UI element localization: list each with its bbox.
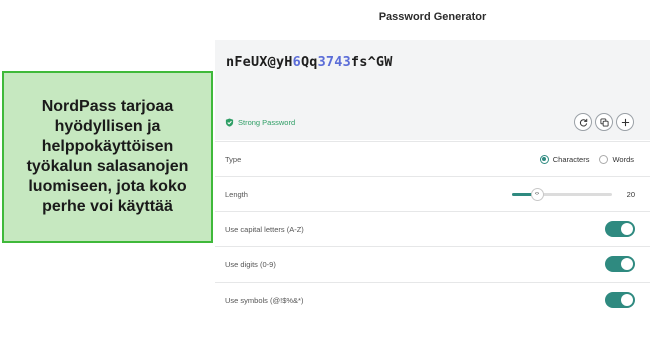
- callout-text: NordPass tarjoaa hyödyllisen ja helppokä…: [26, 98, 189, 215]
- password-segment: fs^GW: [350, 54, 393, 70]
- radio-characters[interactable]: Characters: [539, 154, 590, 164]
- copy-icon: [599, 117, 609, 127]
- radio-unselected-icon: [599, 154, 609, 164]
- strength-indicator: Strong Password: [225, 118, 295, 127]
- digits-toggle[interactable]: [605, 256, 635, 272]
- add-button[interactable]: [616, 113, 634, 131]
- capital-letters-toggle[interactable]: [605, 221, 635, 237]
- toggle-knob: [621, 294, 633, 306]
- copy-button[interactable]: [595, 113, 613, 131]
- password-generator-panel: Password Generator nFeUX@yH6Qq3743fs^GW …: [215, 0, 650, 341]
- password-segment-digit: 3743: [317, 54, 351, 70]
- digits-label: Use digits (0-9): [225, 259, 276, 269]
- password-segment: Qq: [300, 54, 318, 70]
- annotation-callout: NordPass tarjoaa hyödyllisen ja helppokä…: [2, 71, 213, 243]
- plus-icon: [621, 118, 629, 126]
- shield-check-icon: [225, 118, 234, 127]
- type-row: Type Characters Words: [215, 141, 650, 176]
- radio-words[interactable]: Words: [599, 154, 634, 164]
- strength-label: Strong Password: [238, 118, 296, 127]
- length-row: Length ‹› 20: [215, 176, 650, 211]
- refresh-icon: [579, 118, 587, 126]
- password-segment-digit: 6: [292, 54, 301, 70]
- password-segment: nFeUX@yH: [226, 54, 293, 70]
- password-display: nFeUX@yH6Qq3743fs^GW Strong Password: [215, 40, 650, 140]
- radio-words-label: Words: [612, 154, 634, 164]
- regenerate-button[interactable]: [574, 113, 592, 131]
- length-label: Length: [225, 189, 248, 199]
- capital-letters-row: Use capital letters (A-Z): [215, 211, 650, 246]
- toggle-knob: [621, 258, 633, 270]
- radio-selected-icon: [539, 154, 549, 164]
- type-radio-group: Characters Words: [539, 154, 634, 164]
- arrows-horizontal-icon: ‹›: [535, 191, 539, 197]
- panel-title: Password Generator: [378, 11, 487, 23]
- length-slider[interactable]: ‹›: [512, 187, 612, 201]
- symbols-label: Use symbols (@!$%&*): [225, 295, 304, 305]
- symbols-row: Use symbols (@!$%&*): [215, 282, 650, 317]
- radio-characters-label: Characters: [552, 154, 590, 164]
- toggle-knob: [621, 223, 633, 235]
- capital-letters-label: Use capital letters (A-Z): [225, 224, 304, 234]
- slider-handle[interactable]: ‹›: [530, 187, 544, 201]
- length-value: 20: [626, 189, 635, 199]
- generated-password[interactable]: nFeUX@yH6Qq3743fs^GW: [226, 54, 393, 70]
- symbols-toggle[interactable]: [605, 292, 635, 308]
- digits-row: Use digits (0-9): [215, 246, 650, 281]
- type-label: Type: [225, 154, 242, 164]
